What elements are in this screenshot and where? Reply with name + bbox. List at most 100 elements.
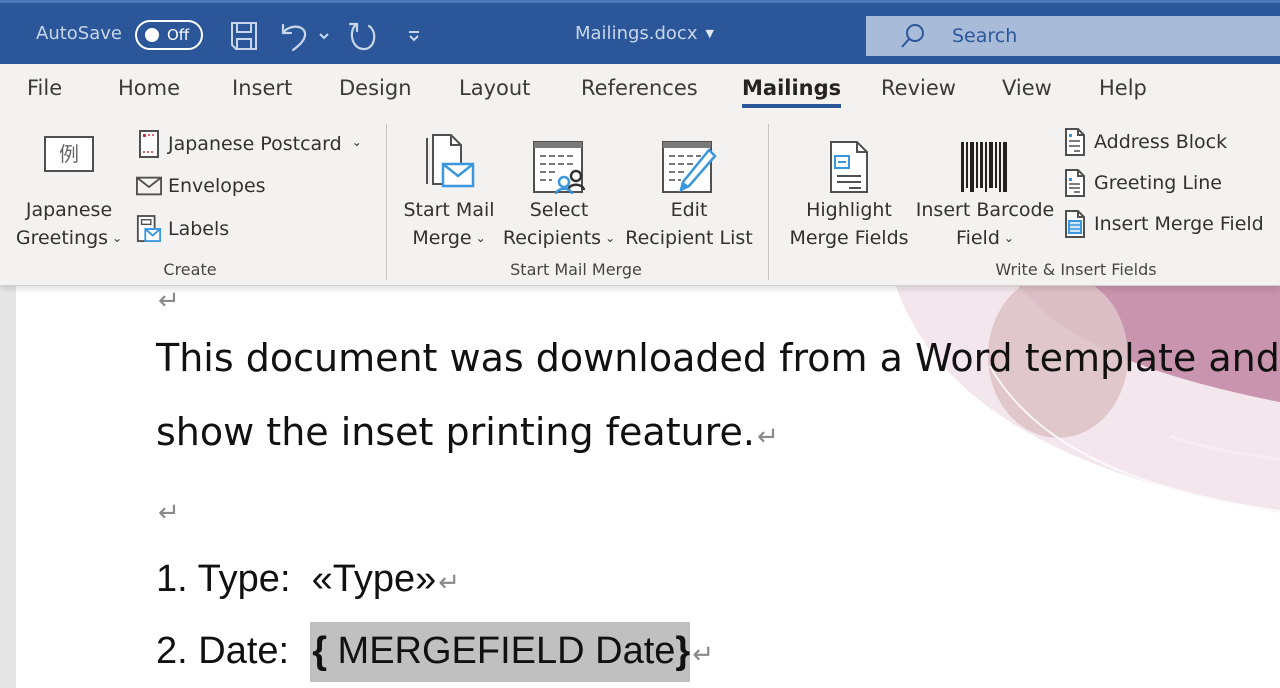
autosave-label: AutoSave — [36, 23, 122, 44]
paragraph-line-1: This document was downloaded from a Word… — [156, 336, 1280, 380]
tab-help[interactable]: Help — [1099, 76, 1147, 100]
title-bar: AutoSave Off Mailings.docx ▼ Search — [0, 0, 1280, 64]
group-label-start-mail-merge: Start Mail Merge — [510, 260, 642, 279]
insert-barcode-field-line1: Insert Barcode — [915, 199, 1055, 221]
edit-recipient-list-icon — [622, 126, 756, 194]
tab-mailings[interactable]: Mailings — [742, 76, 842, 108]
japanese-postcard-label: Japanese Postcard — [168, 133, 342, 155]
pilcrow-mark: ↵ — [692, 639, 715, 669]
barcode-icon — [914, 126, 1056, 194]
group-label-write-insert-fields: Write & Insert Fields — [995, 260, 1157, 279]
decorative-brush-graphic — [896, 286, 1280, 513]
search-box[interactable]: Search — [866, 16, 1280, 56]
group-separator — [386, 124, 387, 280]
insert-merge-field-label: Insert Merge Field — [1094, 213, 1264, 235]
envelopes-label: Envelopes — [168, 175, 266, 197]
japanese-greetings-line1: Japanese — [25, 199, 113, 221]
ribbon: File Home Insert Design Layout Reference… — [0, 64, 1280, 286]
tab-review[interactable]: Review — [881, 76, 956, 100]
insert-merge-field-icon — [1062, 210, 1088, 238]
tab-file[interactable]: File — [27, 76, 62, 100]
address-block-label: Address Block — [1094, 131, 1228, 153]
greeting-glyph: 例 — [44, 136, 94, 172]
list-item-type: 1. Type: «Type»↵ — [156, 558, 460, 601]
labels-button[interactable]: Labels — [136, 215, 229, 243]
greeting-line-button[interactable]: Greeting Line — [1062, 169, 1222, 197]
group-separator — [768, 124, 769, 280]
document-title-text: Mailings.docx — [575, 23, 698, 44]
chevron-down-icon: ⌄ — [112, 231, 123, 245]
address-block-icon — [1062, 128, 1088, 156]
pilcrow-mark: ↵ — [438, 567, 461, 597]
page-gutter — [0, 286, 16, 688]
select-recipients-line1: Select — [529, 199, 589, 221]
tab-layout[interactable]: Layout — [459, 76, 530, 100]
highlight-merge-fields-icon — [784, 126, 914, 194]
list-item-label: 2. Date: — [156, 630, 290, 672]
pilcrow-mark: ↵ — [756, 422, 779, 452]
tab-insert[interactable]: Insert — [232, 76, 292, 100]
start-mail-merge-button[interactable]: Start Mail Merge ⌄ — [400, 126, 498, 254]
redo-icon[interactable] — [346, 20, 380, 52]
chevron-down-icon: ⌄ — [605, 231, 616, 245]
address-block-button[interactable]: Address Block — [1062, 128, 1227, 156]
postcard-icon — [136, 130, 162, 158]
merge-field-code-date[interactable]: { MERGEFIELD Date} — [310, 622, 691, 682]
pilcrow-mark: ↵ — [158, 286, 180, 316]
list-item-label: 1. Type: — [156, 558, 291, 600]
highlight-merge-fields-line2: Merge Fields — [789, 227, 909, 249]
envelope-icon — [136, 172, 162, 200]
edit-recipient-list-line2: Recipient List — [625, 227, 753, 249]
tab-design[interactable]: Design — [339, 76, 412, 100]
chevron-down-icon: ⌄ — [1003, 231, 1014, 245]
paragraph-text: show the inset printing feature. — [156, 410, 755, 454]
start-mail-merge-line2: Merge — [412, 227, 472, 249]
highlight-merge-fields-line1: Highlight — [806, 199, 892, 221]
insert-merge-field-button[interactable]: Insert Merge Field — [1062, 210, 1264, 238]
undo-icon[interactable] — [278, 20, 312, 52]
search-placeholder: Search — [952, 25, 1018, 47]
autosave-toggle[interactable]: Off — [135, 20, 203, 50]
list-item-date: 2. Date: { MERGEFIELD Date}↵ — [156, 622, 715, 682]
labels-label: Labels — [168, 218, 230, 240]
start-mail-merge-line1: Start Mail — [403, 199, 495, 221]
field-open-brace: { — [312, 630, 327, 672]
edit-recipient-list-line1: Edit — [670, 199, 708, 221]
select-recipients-button[interactable]: Select Recipients ⌄ — [500, 126, 618, 254]
search-icon — [900, 23, 926, 53]
chevron-down-icon: ⌄ — [351, 135, 362, 149]
edit-recipient-list-button[interactable]: Edit Recipient List — [622, 126, 756, 252]
pilcrow-mark: ↵ — [158, 498, 180, 528]
customize-quick-access-icon[interactable] — [404, 20, 424, 52]
field-close-brace: } — [675, 630, 691, 672]
save-icon[interactable] — [228, 20, 260, 52]
tab-home[interactable]: Home — [118, 76, 180, 100]
greeting-line-label: Greeting Line — [1094, 172, 1222, 194]
japanese-postcard-button[interactable]: Japanese Postcard ⌄ — [136, 130, 362, 158]
envelopes-button[interactable]: Envelopes — [136, 172, 266, 200]
japanese-greetings-line2: Greetings — [15, 227, 109, 249]
autosave-state: Off — [167, 26, 190, 44]
select-recipients-icon — [500, 126, 618, 194]
greeting-line-icon — [1062, 169, 1088, 197]
chevron-down-icon: ⌄ — [475, 231, 486, 245]
caret-down-icon: ▼ — [705, 27, 714, 40]
field-code-text: MERGEFIELD Date — [327, 630, 676, 672]
toggle-knob — [145, 28, 159, 42]
insert-barcode-field-line2: Field — [956, 227, 1000, 249]
document-canvas[interactable]: ↵ This document was downloaded from a Wo… — [0, 286, 1280, 688]
tab-view[interactable]: View — [1002, 76, 1052, 100]
japanese-greetings-icon: 例 — [10, 126, 128, 194]
select-recipients-line2: Recipients — [502, 227, 602, 249]
merge-field-type[interactable]: «Type» — [312, 558, 437, 600]
highlight-merge-fields-button[interactable]: Highlight Merge Fields — [784, 126, 914, 252]
japanese-greetings-button[interactable]: 例 Japanese Greetings ⌄ — [10, 126, 128, 254]
paragraph-text: This document was downloaded from a Word… — [156, 336, 1280, 380]
paragraph-line-2: show the inset printing feature.↵ — [156, 410, 779, 454]
ribbon-tabs: File Home Insert Design Layout Reference… — [0, 64, 1280, 120]
document-title[interactable]: Mailings.docx ▼ — [575, 23, 714, 44]
start-mail-merge-icon — [400, 126, 498, 194]
undo-dropdown-icon[interactable] — [316, 20, 332, 52]
tab-references[interactable]: References — [581, 76, 698, 100]
insert-barcode-field-button[interactable]: Insert Barcode Field ⌄ — [914, 126, 1056, 254]
